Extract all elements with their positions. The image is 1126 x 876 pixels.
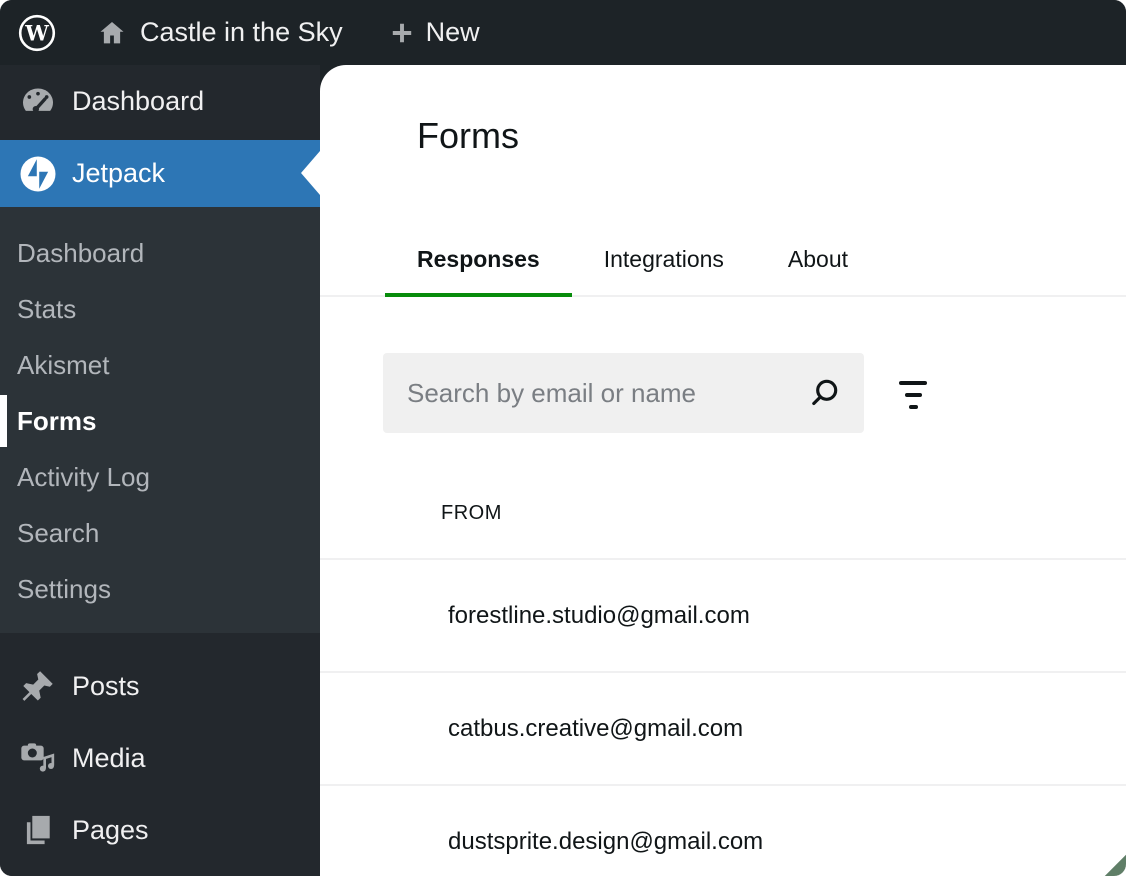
sidebar-item-label: Media <box>72 743 146 774</box>
table-row[interactable]: catbus.creative@gmail.com <box>320 673 1126 786</box>
pages-icon <box>17 812 59 848</box>
submenu-item-search[interactable]: Search <box>0 505 320 561</box>
site-name-link[interactable]: Castle in the Sky <box>97 17 343 48</box>
column-header-from: FROM <box>441 502 502 525</box>
from-email: forestline.studio@gmail.com <box>448 602 750 630</box>
submenu-item-activity-log[interactable]: Activity Log <box>0 449 320 505</box>
filter-icon <box>899 381 927 385</box>
sidebar-item-label: Dashboard <box>72 86 204 117</box>
wordpress-logo-icon[interactable]: W <box>17 13 57 53</box>
admin-sidebar: Dashboard Jetpack Dashboard Stats Akisme… <box>0 65 320 876</box>
page-title: Forms <box>417 115 519 157</box>
jetpack-icon <box>17 153 59 195</box>
submenu-item-forms[interactable]: Forms <box>0 393 320 449</box>
search-icon[interactable] <box>806 375 842 411</box>
from-email: dustsprite.design@gmail.com <box>448 828 763 856</box>
svg-text:W: W <box>24 20 49 45</box>
tab-about[interactable]: About <box>756 224 880 295</box>
submenu-item-akismet[interactable]: Akismet <box>0 337 320 393</box>
table-row[interactable]: forestline.studio@gmail.com <box>320 560 1126 673</box>
admin-bar: W Castle in the Sky New <box>0 0 1126 65</box>
sidebar-item-pages[interactable]: Pages <box>0 794 320 866</box>
from-email: catbus.creative@gmail.com <box>448 715 743 743</box>
submenu-item-dashboard[interactable]: Dashboard <box>0 225 320 281</box>
responses-table: forestline.studio@gmail.com catbus.creat… <box>320 558 1126 876</box>
wordpress-admin-screen: W Castle in the Sky New <box>0 0 1126 876</box>
tab-integrations[interactable]: Integrations <box>572 224 756 295</box>
sidebar-item-media[interactable]: Media <box>0 722 320 794</box>
home-icon <box>97 18 127 48</box>
plus-icon <box>389 20 415 46</box>
sidebar-item-label: Pages <box>72 815 149 846</box>
tab-bar: Responses Integrations About <box>320 224 1126 297</box>
search-box <box>383 353 864 433</box>
tab-responses[interactable]: Responses <box>385 224 572 295</box>
new-label: New <box>426 17 480 48</box>
site-name: Castle in the Sky <box>140 17 343 48</box>
sidebar-item-jetpack[interactable]: Jetpack <box>0 140 320 207</box>
forms-page: Forms Responses Integrations About FROM … <box>320 65 1126 876</box>
sidebar-item-label: Posts <box>72 671 140 702</box>
sidebar-item-dashboard[interactable]: Dashboard <box>0 69 320 133</box>
current-menu-arrow <box>301 151 320 195</box>
jetpack-submenu: Dashboard Stats Akismet Forms Activity L… <box>0 207 320 633</box>
sidebar-item-label: Jetpack <box>72 158 165 189</box>
filter-button[interactable] <box>894 376 932 414</box>
new-content-button[interactable]: New <box>389 17 480 48</box>
sidebar-item-posts[interactable]: Posts <box>0 650 320 722</box>
table-row[interactable]: dustsprite.design@gmail.com <box>320 786 1126 876</box>
gauge-icon <box>17 81 59 121</box>
submenu-item-stats[interactable]: Stats <box>0 281 320 337</box>
submenu-item-settings[interactable]: Settings <box>0 561 320 617</box>
search-input[interactable] <box>383 353 864 433</box>
media-icon <box>17 738 59 778</box>
pushpin-icon <box>17 668 59 704</box>
